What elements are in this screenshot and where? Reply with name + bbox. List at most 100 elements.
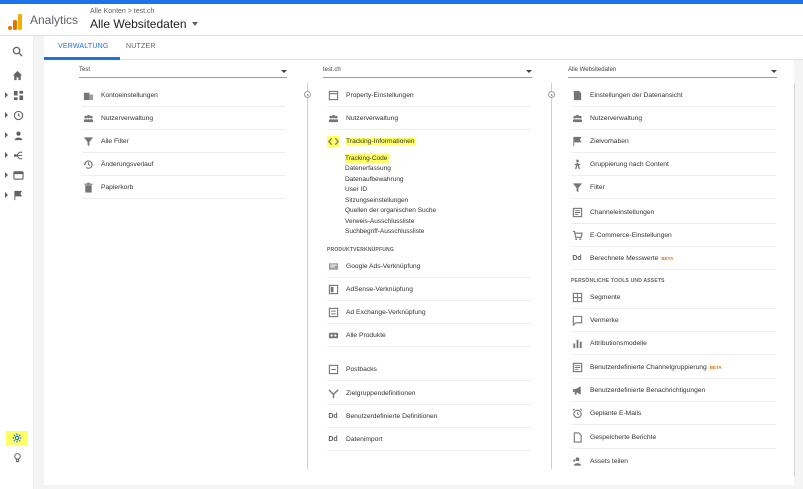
people-icon <box>571 112 583 124</box>
ecommerce-einstellungen-link[interactable]: E-Commerce-Einstellungen <box>571 224 776 247</box>
item-label: Benutzerdefinierte Definitionen <box>346 412 438 420</box>
nav-conversions[interactable] <box>0 186 34 204</box>
segments-icon <box>571 291 583 303</box>
gespeicherte-berichte-link[interactable]: Gespeicherte Berichte <box>571 426 776 449</box>
datenerfassung-link[interactable]: Datenerfassung <box>345 165 391 172</box>
property-einstellungen-link[interactable]: Property-Einstellungen <box>327 84 531 107</box>
assets-teilen-link[interactable]: Assets teilen <box>571 450 776 473</box>
benachrichtigungen-link[interactable]: Benutzerdefinierte Benachrichtigungen <box>571 379 776 402</box>
item-label: Filter <box>590 183 605 191</box>
nav-home[interactable] <box>0 66 34 84</box>
adsense-link[interactable]: AdSense-Verknüpfung <box>327 278 531 301</box>
alle-filter-link[interactable]: Alle Filter <box>82 130 286 153</box>
content-gruppierung-link[interactable]: Gruppierung nach Content <box>571 153 776 176</box>
lightbulb-icon <box>13 452 21 462</box>
item-label: Kontoeinstellungen <box>101 91 158 99</box>
nav-admin[interactable] <box>6 431 28 445</box>
benutzerdefinierte-definitionen-link[interactable]: Dd Benutzerdefinierte Definitionen <box>327 405 531 428</box>
expand-arrow-icon <box>5 192 8 198</box>
segmente-link[interactable]: Segmente <box>571 286 776 309</box>
datenansicht-einstellungen-link[interactable]: Einstellungen der Datenansicht <box>571 84 776 107</box>
suchbegriff-ausschlussliste-link[interactable]: Suchbegriff-Ausschlussliste <box>345 228 424 235</box>
item-label: Benutzerdefinierte Benachrichtigungen <box>590 386 706 394</box>
datenaufbewahrung-link[interactable]: Datenaufbewahrung <box>345 176 404 183</box>
ad-exchange-link[interactable]: Ad Exchange-Verknüpfung <box>327 301 531 324</box>
item-label: Datenimport <box>346 435 383 443</box>
alle-produkte-link[interactable]: Alle Produkte <box>327 324 531 347</box>
organische-suche-link[interactable]: Quellen der organischen Suche <box>345 207 436 214</box>
tracking-informationen-link[interactable]: Tracking-Informationen <box>327 130 531 153</box>
sitzungseinstellungen-link[interactable]: Sitzungseinstellungen <box>345 197 408 204</box>
user-id-link[interactable]: User ID <box>345 186 367 193</box>
scrollbar[interactable] <box>794 84 795 476</box>
nav-acquisition[interactable] <box>0 146 34 164</box>
nav-search[interactable] <box>0 42 34 60</box>
item-label: Berechnete Messwerte <box>590 254 659 262</box>
nav-behavior[interactable] <box>0 166 34 184</box>
app-header: Analytics Alle Konten > test.ch Alle Web… <box>0 4 803 36</box>
section-heading: PERSÖNLICHE TOOLS UND ASSETS <box>571 278 665 284</box>
gear-icon <box>12 433 22 443</box>
expand-arrow-icon <box>5 92 8 98</box>
channel-icon <box>571 206 583 218</box>
person-walk-icon <box>571 158 583 170</box>
item-label: Alle Produkte <box>346 331 386 339</box>
nav-discover[interactable] <box>0 448 34 466</box>
filter-icon <box>571 181 583 193</box>
beta-badge: BETA <box>709 364 722 370</box>
property-selector[interactable]: test.ch <box>323 67 532 78</box>
view-column-selector[interactable]: Alle Websitedaten <box>568 67 777 78</box>
datenimport-link[interactable]: Dd Datenimport <box>327 428 531 451</box>
view-filter-link[interactable]: Filter <box>571 176 776 199</box>
expand-circle-icon[interactable] <box>304 91 311 98</box>
berechnete-messwerte-link[interactable]: Dd Berechnete Messwerte BETA <box>571 247 776 270</box>
item-label: Vermerke <box>590 316 619 324</box>
tab-nutzer[interactable]: NUTZER <box>126 43 156 50</box>
postbacks-link[interactable]: Postbacks <box>327 358 531 381</box>
verweis-ausschlussliste-link[interactable]: Verweis-Ausschlussliste <box>345 218 414 225</box>
channeleinstellungen-link[interactable]: Channeleinstellungen <box>571 201 776 224</box>
adexchange-icon <box>327 306 339 318</box>
breadcrumb[interactable]: Alle Konten > test.ch <box>90 8 154 15</box>
behavior-icon <box>13 170 24 180</box>
building-icon <box>82 89 94 101</box>
report-icon <box>571 431 583 443</box>
expand-circle-icon[interactable] <box>548 91 555 98</box>
item-label: Property-Einstellungen <box>346 91 414 99</box>
attributionsmodelle-link[interactable]: Attributionsmodelle <box>571 332 776 355</box>
tracking-code-link[interactable]: Tracking-Code <box>345 154 390 163</box>
admin-tabs: VERWALTUNG NUTZER <box>44 36 803 60</box>
zielgruppendefinitionen-link[interactable]: Zielgruppendefinitionen <box>327 382 531 405</box>
item-label: E-Commerce-Einstellungen <box>590 231 672 239</box>
expand-arrow-icon <box>5 132 8 138</box>
nav-audience[interactable] <box>0 126 34 144</box>
view-nutzerverwaltung-link[interactable]: Nutzerverwaltung <box>571 107 776 130</box>
flag-icon <box>14 190 23 200</box>
search-icon <box>12 46 23 57</box>
postbacks-icon <box>327 363 339 375</box>
nav-customization[interactable] <box>0 86 34 104</box>
aenderungsverlauf-link[interactable]: Änderungsverlauf <box>82 153 286 176</box>
column-divider <box>307 83 308 469</box>
channel-icon <box>571 361 583 373</box>
item-label: Tracking-Informationen <box>346 138 415 145</box>
google-ads-link[interactable]: Google Ads-Verknüpfung <box>327 255 531 278</box>
nav-realtime[interactable] <box>0 106 34 124</box>
code-icon <box>327 135 339 148</box>
vermerke-link[interactable]: Vermerke <box>571 309 776 332</box>
geplante-emails-link[interactable]: Geplante E-Mails <box>571 402 776 425</box>
cart-icon <box>571 229 583 241</box>
caret-down-icon <box>281 70 287 73</box>
kontoeinstellungen-link[interactable]: Kontoeinstellungen <box>82 84 286 107</box>
account-selector[interactable]: Test <box>79 67 287 78</box>
property-selector-label: test.ch <box>323 67 341 73</box>
item-label: Segmente <box>590 293 621 301</box>
papierkorb-link[interactable]: Papierkorb <box>82 176 286 199</box>
property-nutzerverwaltung-link[interactable]: Nutzerverwaltung <box>327 107 531 130</box>
zielvorhaben-link[interactable]: Zielvorhaben <box>571 130 776 153</box>
tab-verwaltung[interactable]: VERWALTUNG <box>58 43 109 50</box>
bars-icon <box>571 337 583 349</box>
view-selector[interactable]: Alle Websitedaten <box>90 17 198 31</box>
channelgruppierung-link[interactable]: Benutzerdefinierte Channelgruppierung BE… <box>571 356 776 379</box>
account-nutzerverwaltung-link[interactable]: Nutzerverwaltung <box>82 107 286 130</box>
